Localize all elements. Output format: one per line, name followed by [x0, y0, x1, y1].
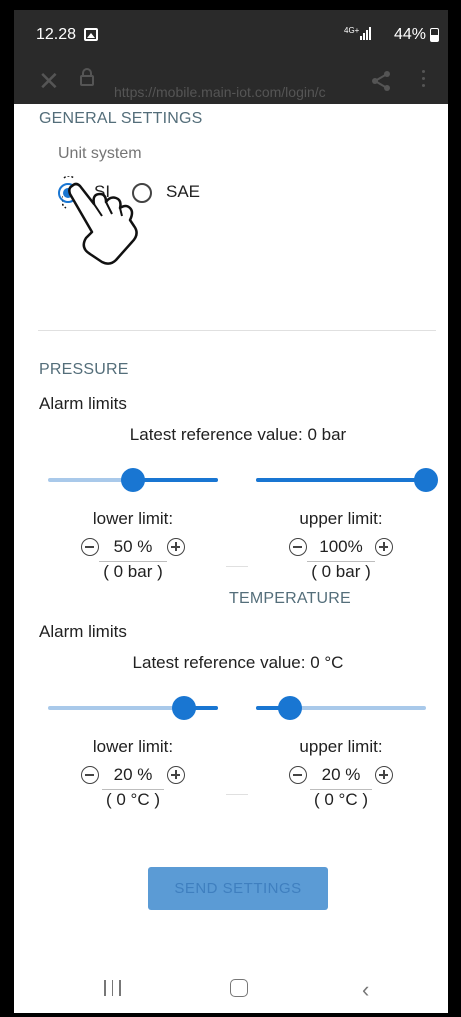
section-divider: [38, 330, 436, 331]
temperature-lower-limit: lower limit: 20 % ( 0 °C ): [38, 737, 228, 810]
stepper-value[interactable]: 20: [322, 765, 341, 784]
increment-button[interactable]: [167, 766, 185, 784]
range-separator: [226, 794, 248, 795]
pressure-lower-stepper: 50 %: [38, 535, 228, 559]
lower-limit-label: lower limit:: [92, 509, 174, 528]
temperature-upper-stepper: 20 %: [246, 763, 436, 787]
stepper-unit: %: [347, 537, 363, 556]
converted-value: ( 0 bar ): [99, 561, 167, 582]
system-nav-bar: ‹: [14, 963, 448, 1013]
stepper-unit: %: [345, 765, 361, 784]
image-notification-icon: [84, 28, 98, 41]
increment-button[interactable]: [167, 538, 185, 556]
upper-limit-label: upper limit:: [299, 737, 383, 756]
stepper-value[interactable]: 20: [114, 765, 133, 784]
unit-system-label: Unit system: [58, 145, 142, 162]
decrement-button[interactable]: [81, 538, 99, 556]
pressure-alarm-limits-label: Alarm limits: [39, 394, 127, 413]
converted-value: ( 0 °C ): [309, 789, 373, 810]
range-separator: [226, 566, 248, 567]
pressure-lower-limit: lower limit: 50 % ( 0 bar ): [38, 509, 228, 582]
close-icon[interactable]: ✕: [38, 66, 60, 97]
pressure-reference-value: Latest reference value: 0 bar: [129, 425, 347, 444]
battery-percent: 44%: [394, 26, 427, 43]
lock-icon[interactable]: [80, 68, 94, 86]
slider-thumb[interactable]: [414, 468, 438, 492]
lower-limit-label: lower limit:: [92, 737, 174, 756]
slider-thumb[interactable]: [172, 696, 196, 720]
network-type: 4G+: [344, 26, 360, 35]
general-settings-title: GENERAL SETTINGS: [39, 110, 203, 127]
phone-frame: 12.28 4G+ 44% ✕ https://mobile.main-iot.…: [0, 0, 461, 1017]
decrement-button[interactable]: [81, 766, 99, 784]
upper-limit-label: upper limit:: [299, 509, 383, 528]
converted-value: ( 0 bar ): [307, 561, 375, 582]
temperature-lower-stepper: 20 %: [38, 763, 228, 787]
temperature-title: TEMPERATURE: [229, 590, 351, 607]
stepper-value[interactable]: 50: [114, 537, 133, 556]
pressure-upper-slider[interactable]: [256, 467, 438, 493]
status-time: 12.28: [36, 26, 77, 43]
stepper-value[interactable]: 100: [319, 537, 347, 556]
more-options-icon[interactable]: [422, 70, 426, 87]
pressure-upper-limit: upper limit: 100% ( 0 bar ): [246, 509, 436, 582]
temperature-lower-slider[interactable]: [48, 695, 218, 721]
browser-toolbar: ✕ https://mobile.main-iot.com/login/c: [14, 58, 448, 104]
pointing-hand-icon: [60, 175, 172, 281]
back-icon[interactable]: ‹: [362, 977, 369, 1003]
url-text[interactable]: https://mobile.main-iot.com/login/c: [114, 84, 356, 100]
stepper-unit: %: [137, 765, 153, 784]
temperature-alarm-limits-label: Alarm limits: [39, 622, 127, 641]
temperature-reference-value: Latest reference value: 0 °C: [132, 653, 344, 672]
increment-button[interactable]: [375, 538, 393, 556]
temperature-upper-limit: upper limit: 20 % ( 0 °C ): [246, 737, 436, 810]
signal-icon: [360, 26, 371, 40]
converted-value: ( 0 °C ): [101, 789, 165, 810]
slider-thumb[interactable]: [278, 696, 302, 720]
decrement-button[interactable]: [289, 766, 307, 784]
slider-track: [133, 478, 218, 482]
share-icon[interactable]: [370, 70, 392, 97]
decrement-button[interactable]: [289, 538, 307, 556]
temperature-upper-slider[interactable]: [256, 695, 426, 721]
slider-track: [256, 478, 426, 482]
screen: 12.28 4G+ 44% ✕ https://mobile.main-iot.…: [14, 10, 448, 1013]
home-icon[interactable]: [230, 979, 248, 997]
stepper-unit: %: [137, 537, 153, 556]
status-bar: 12.28 4G+ 44%: [14, 10, 448, 58]
increment-button[interactable]: [375, 766, 393, 784]
recent-apps-icon[interactable]: [104, 980, 121, 996]
pressure-title: PRESSURE: [39, 361, 129, 378]
pressure-upper-stepper: 100%: [246, 535, 436, 559]
send-settings-button[interactable]: SEND SETTINGS: [148, 867, 328, 910]
pressure-lower-slider[interactable]: [48, 467, 218, 493]
battery-icon: [430, 28, 439, 42]
slider-thumb[interactable]: [121, 468, 145, 492]
